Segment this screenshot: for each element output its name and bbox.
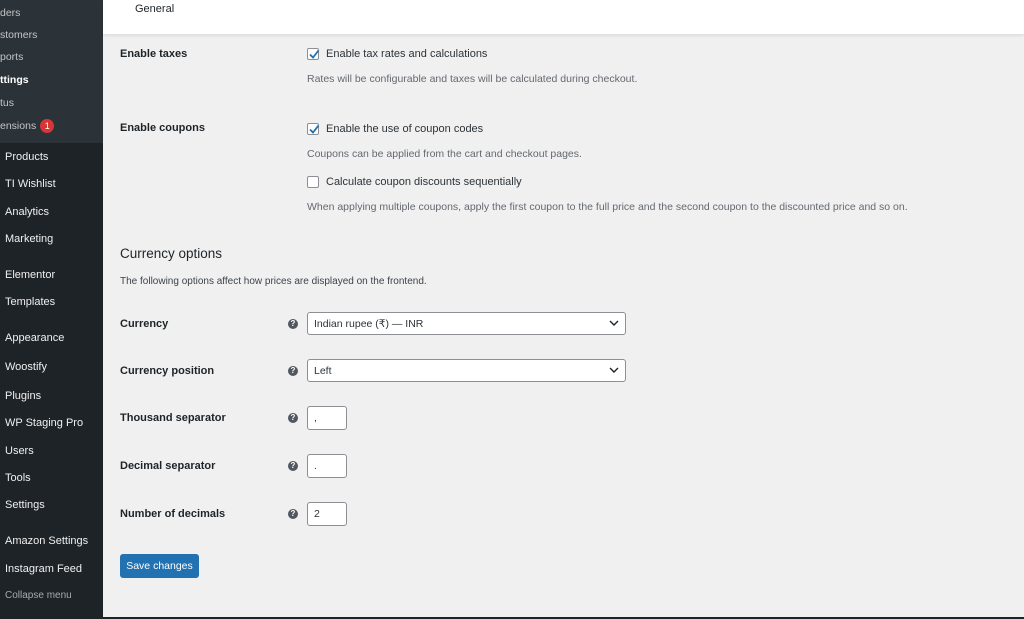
currency-position-label: Currency position — [120, 365, 215, 377]
menu-item-templates[interactable]: Templates — [0, 290, 103, 314]
checkmark-icon — [309, 124, 320, 134]
enable-coupons-description: Coupons can be applied from the cart and… — [307, 148, 582, 160]
submenu-item-label: ensions — [0, 120, 37, 132]
thousand-separator-label: Thousand separator — [120, 412, 226, 424]
currency-help-icon[interactable]: ? — [288, 319, 298, 329]
currency-select[interactable]: Indian rupee (₹) — INR — [307, 312, 626, 335]
collapse-menu-button[interactable]: Collapse menu — [0, 584, 103, 608]
menu-item-ti-wishlist[interactable]: TI Wishlist — [0, 172, 103, 196]
menu-item-elementor[interactable]: Elementor — [0, 263, 103, 287]
menu-item-analytics[interactable]: Analytics — [0, 200, 103, 224]
enable-coupons-label: Enable coupons — [120, 122, 205, 134]
thousand-separator-help-icon[interactable]: ? — [288, 413, 298, 423]
extensions-count-badge: 1 — [40, 119, 55, 134]
save-changes-button[interactable]: Save changes — [120, 554, 199, 578]
menu-item-amazon-settings[interactable]: Amazon Settings — [0, 529, 103, 553]
number-of-decimals-input[interactable] — [307, 502, 347, 526]
submenu-item-label: tus — [0, 97, 15, 109]
decimal-separator-input[interactable] — [307, 454, 347, 478]
currency-position-select[interactable]: Left — [307, 359, 626, 382]
tab-general[interactable]: General — [135, 3, 174, 15]
enable-taxes-checkbox[interactable] — [307, 48, 320, 60]
enable-taxes-description: Rates will be configurable and taxes wil… — [307, 73, 638, 85]
checkmark-icon — [309, 49, 320, 59]
menu-item-products[interactable]: Products — [0, 145, 103, 169]
menu-item-settings[interactable]: Settings — [0, 493, 103, 517]
submenu-item-label: ports — [0, 51, 24, 63]
currency-select-value: Indian rupee (₹) — INR — [314, 318, 424, 330]
currency-options-title: Currency options — [120, 246, 223, 261]
sequential-coupons-checkbox-label: Calculate coupon discounts sequentially — [326, 176, 522, 188]
menu-item-tools[interactable]: Tools — [0, 466, 103, 490]
thousand-separator-input[interactable] — [307, 406, 347, 430]
decimal-separator-help-icon[interactable]: ? — [288, 461, 298, 471]
menu-item-woostify[interactable]: Woostify — [0, 355, 103, 379]
menu-item-users[interactable]: Users — [0, 439, 103, 463]
enable-coupons-checkbox[interactable] — [307, 123, 320, 135]
sequential-coupons-checkbox[interactable] — [307, 176, 319, 188]
menu-item-plugins[interactable]: Plugins — [0, 384, 103, 408]
enable-taxes-label: Enable taxes — [120, 48, 188, 60]
decimal-separator-label: Decimal separator — [120, 460, 216, 472]
number-of-decimals-help-icon[interactable]: ? — [288, 509, 298, 519]
enable-coupons-checkbox-label: Enable the use of coupon codes — [326, 123, 484, 135]
currency-label: Currency — [120, 318, 169, 330]
submenu-item-label: ders — [0, 7, 21, 19]
chevron-down-icon — [609, 320, 619, 326]
currency-options-description: The following options affect how prices … — [120, 276, 427, 287]
sequential-coupons-description: When applying multiple coupons, apply th… — [307, 201, 908, 213]
settings-tab-bar: General — [103, 0, 1024, 34]
menu-item-wp-staging-pro[interactable]: WP Staging Pro — [0, 411, 103, 435]
submenu-item-label: stomers — [0, 29, 38, 41]
currency-position-help-icon[interactable]: ? — [288, 366, 298, 376]
number-of-decimals-label: Number of decimals — [120, 508, 226, 520]
enable-taxes-checkbox-label: Enable tax rates and calculations — [326, 48, 488, 60]
currency-position-select-value: Left — [314, 365, 332, 377]
admin-sidebar: ders stomers ports ttings tus ensions 1 P… — [0, 0, 103, 619]
chevron-down-icon — [609, 367, 619, 373]
submenu-item-label: ttings — [0, 74, 29, 86]
menu-item-marketing[interactable]: Marketing — [0, 227, 103, 251]
menu-item-appearance[interactable]: Appearance — [0, 326, 103, 350]
menu-item-instagram-feed[interactable]: Instagram Feed — [0, 557, 103, 581]
woocommerce-submenu: ders stomers ports ttings tus ensions 1 — [0, 0, 103, 143]
